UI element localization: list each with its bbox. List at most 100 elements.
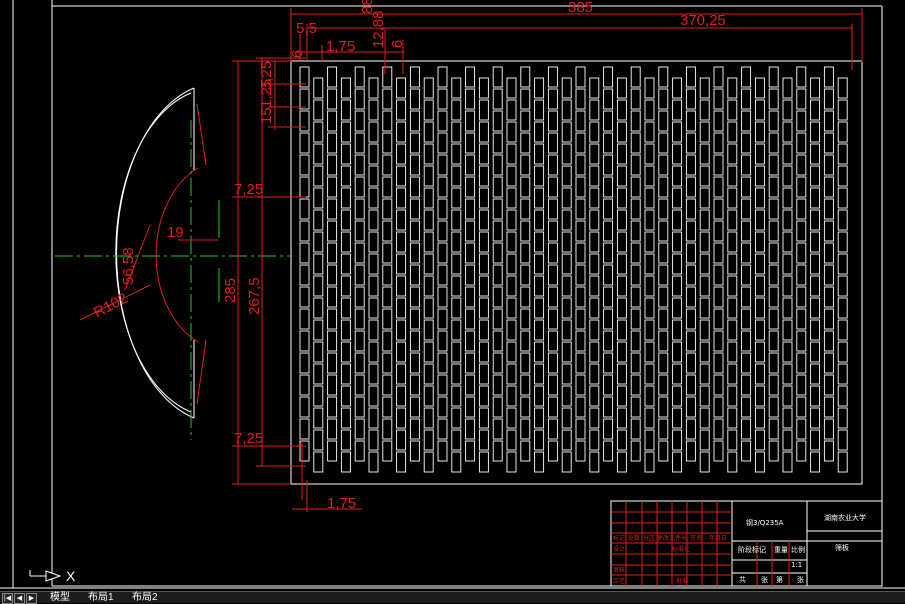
slot-hole: [299, 352, 310, 374]
slot-hole: [589, 363, 600, 385]
slot-hole: [506, 275, 517, 297]
slot-hole: [754, 99, 765, 121]
slot-hole: [561, 341, 572, 363]
slot-hole: [727, 231, 738, 253]
slot-hole: [423, 209, 434, 231]
tab-layout1[interactable]: 布局1: [88, 592, 114, 603]
slot-hole: [354, 154, 365, 176]
dim-5-5: 5,5: [296, 20, 317, 37]
slot-hole: [354, 88, 365, 110]
slot-hole: [768, 374, 779, 396]
slot-hole: [575, 352, 586, 374]
slot-hole: [465, 330, 476, 352]
slot-hole: [768, 110, 779, 132]
slot-hole: [727, 407, 738, 429]
slot-hole: [506, 231, 517, 253]
slot-hole: [603, 176, 614, 198]
slot-hole: [630, 352, 641, 374]
slot-hole: [465, 396, 476, 418]
slot-hole: [465, 440, 476, 462]
slot-hole: [451, 297, 462, 319]
dim-6: 6: [389, 40, 406, 48]
slot-hole: [547, 154, 558, 176]
slot-hole: [713, 88, 724, 110]
slot-hole: [547, 352, 558, 374]
slot-hole: [327, 132, 338, 154]
slot-hole: [520, 220, 531, 242]
slot-hole: [561, 187, 572, 209]
slot-hole: [810, 209, 821, 231]
slot-hole: [299, 220, 310, 242]
slot-hole: [796, 242, 807, 264]
slot-hole: [506, 385, 517, 407]
slot-hole: [354, 418, 365, 440]
slot-hole: [837, 165, 848, 187]
slot-hole: [810, 231, 821, 253]
slot-hole: [754, 231, 765, 253]
next-tab-arrow-icon[interactable]: ▶: [26, 593, 37, 604]
slot-hole: [658, 110, 669, 132]
slot-hole: [313, 253, 324, 275]
slot-hole: [630, 110, 641, 132]
slot-hole: [396, 385, 407, 407]
slot-hole: [810, 407, 821, 429]
slot-hole: [603, 440, 614, 462]
slot-hole: [299, 308, 310, 330]
slot-hole: [340, 363, 351, 385]
slot-hole: [589, 77, 600, 99]
slot-hole: [727, 319, 738, 341]
prev-tab-arrow-icon[interactable]: ◀: [14, 593, 25, 604]
slot-hole: [327, 88, 338, 110]
slot-hole: [741, 308, 752, 330]
cad-drawing-canvas[interactable]: 385 370,25 88 12,88 6 5,5 6 1,75 3,25 1,…: [0, 0, 905, 602]
slot-hole: [327, 176, 338, 198]
slot-hole: [685, 308, 696, 330]
slot-hole: [603, 154, 614, 176]
plate-outline: [290, 60, 863, 485]
slot-hole: [327, 220, 338, 242]
slot-hole: [368, 77, 379, 99]
slot-hole: [672, 77, 683, 99]
dim-1-25: 1,25: [258, 79, 275, 108]
slot-hole: [630, 440, 641, 462]
slot-hole: [313, 209, 324, 231]
slot-hole: [603, 66, 614, 88]
slot-hole: [796, 132, 807, 154]
slot-hole: [699, 363, 710, 385]
slot-hole: [727, 451, 738, 473]
slot-hole: [589, 451, 600, 473]
slot-hole: [823, 440, 834, 462]
slot-hole: [672, 165, 683, 187]
slot-hole: [492, 154, 503, 176]
slot-hole: [768, 198, 779, 220]
slot-hole: [616, 253, 627, 275]
slot-hole: [713, 264, 724, 286]
tab-model[interactable]: 模型: [50, 592, 70, 603]
slot-hole: [547, 176, 558, 198]
slot-hole: [616, 407, 627, 429]
slot-hole: [520, 374, 531, 396]
slot-hole: [630, 154, 641, 176]
first-tab-arrow-icon[interactable]: |◀: [2, 593, 13, 604]
slot-hole: [382, 374, 393, 396]
slot-hole: [534, 165, 545, 187]
school-label: 湖南农业大学: [824, 513, 866, 522]
slot-hole: [796, 418, 807, 440]
slot-hole: [685, 198, 696, 220]
slot-hole: [396, 407, 407, 429]
slot-hole: [492, 110, 503, 132]
slot-hole: [478, 363, 489, 385]
slot-hole: [727, 253, 738, 275]
slot-hole: [382, 330, 393, 352]
slot-hole: [340, 143, 351, 165]
dim-370-25: 370,25: [680, 12, 726, 29]
slot-hole: [423, 143, 434, 165]
slot-hole: [354, 132, 365, 154]
slot-hole: [506, 407, 517, 429]
slot-hole: [727, 297, 738, 319]
slot-hole: [699, 231, 710, 253]
slot-hole: [534, 297, 545, 319]
slot-hole: [768, 308, 779, 330]
tab-layout2[interactable]: 布局2: [132, 592, 158, 603]
slot-hole: [823, 264, 834, 286]
